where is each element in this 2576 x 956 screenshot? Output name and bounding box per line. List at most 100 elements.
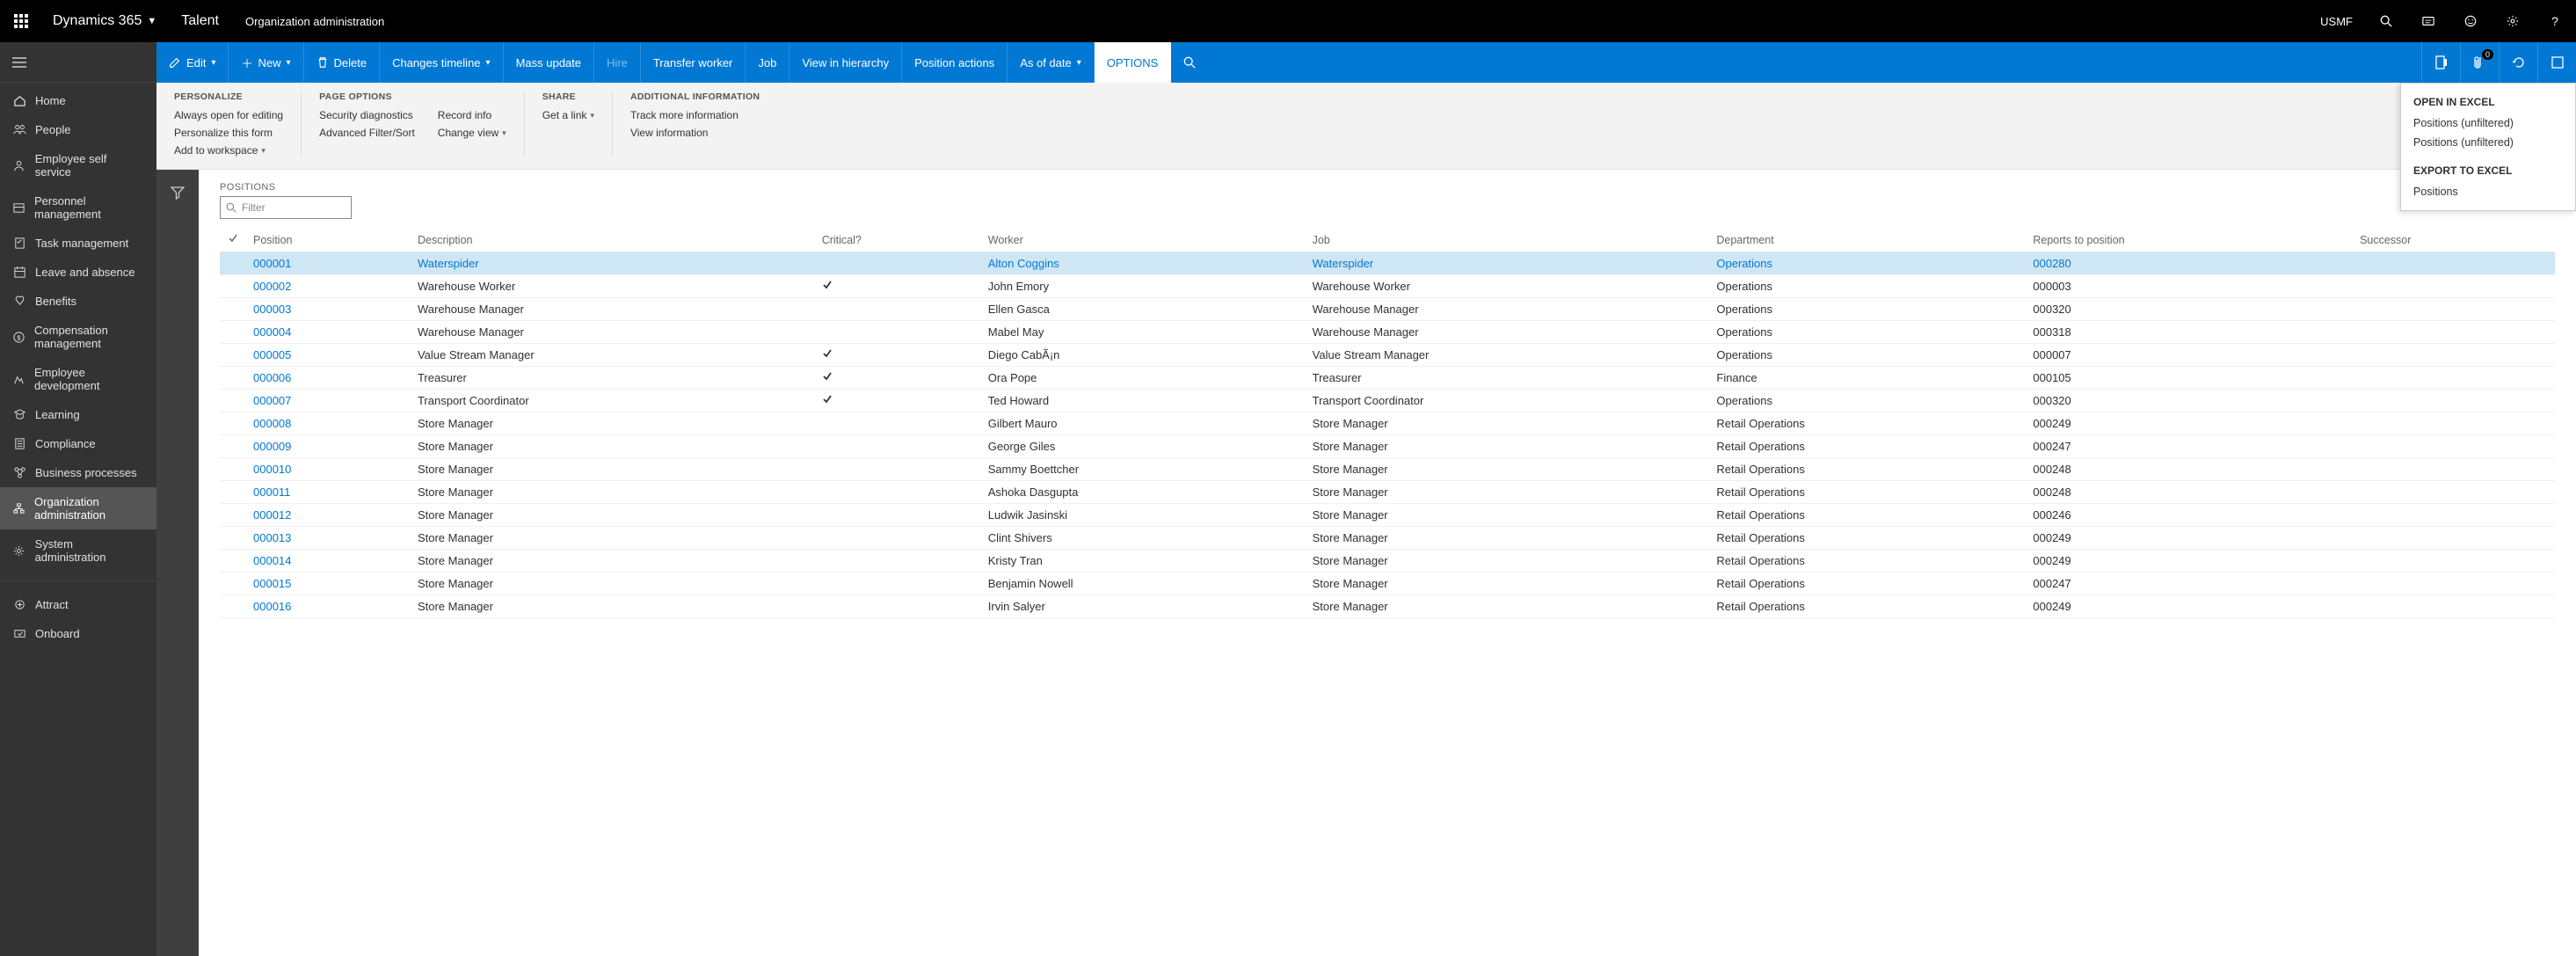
nav-item-compl[interactable]: Compliance [0, 429, 156, 458]
row-select[interactable] [220, 298, 246, 321]
flyout-item-positions-unfiltered[interactable]: Positions (unfiltered) [2401, 113, 2575, 133]
nav-item-bp[interactable]: Business processes [0, 458, 156, 487]
search-icon[interactable] [2365, 0, 2407, 42]
row-select[interactable] [220, 458, 246, 481]
as-of-date-button[interactable]: As of date ▾ [1008, 42, 1095, 83]
app-launcher-icon[interactable] [0, 0, 42, 42]
job-button[interactable]: Job [746, 42, 790, 83]
column-header[interactable]: Successor [2353, 228, 2555, 252]
row-select[interactable] [220, 390, 246, 412]
ribbon-link-always-open[interactable]: Always open for editing [174, 109, 283, 121]
smiley-icon[interactable] [2449, 0, 2492, 42]
new-button[interactable]: ＋ New ▾ [229, 42, 303, 83]
table-row[interactable]: 000001WaterspiderAlton CogginsWaterspide… [220, 252, 2555, 275]
delete-button[interactable]: Delete [304, 42, 381, 83]
nav-item-org[interactable]: Organization administration [0, 487, 156, 529]
nav-item-sys[interactable]: System administration [0, 529, 156, 572]
position-actions-button[interactable]: Position actions [902, 42, 1008, 83]
table-row[interactable]: 000012Store ManagerLudwik JasinskiStore … [220, 504, 2555, 527]
row-select[interactable] [220, 435, 246, 458]
table-row[interactable]: 000002Warehouse WorkerJohn EmoryWarehous… [220, 275, 2555, 298]
row-select[interactable] [220, 344, 246, 367]
app-name[interactable]: Talent [167, 13, 233, 29]
mass-update-button[interactable]: Mass update [504, 42, 594, 83]
company-picker[interactable]: USMF [2308, 15, 2365, 28]
position-link[interactable]: 000001 [253, 257, 291, 270]
column-header[interactable]: Department [1709, 228, 2026, 252]
flyout-item-positions[interactable]: Positions [2401, 182, 2575, 201]
table-row[interactable]: 000014Store ManagerKristy TranStore Mana… [220, 550, 2555, 573]
nav-item-learn[interactable]: Learning [0, 400, 156, 429]
position-link[interactable]: 000005 [253, 348, 291, 361]
row-select[interactable] [220, 527, 246, 550]
row-select[interactable] [220, 275, 246, 298]
nav-item-self[interactable]: Employee self service [0, 144, 156, 186]
table-row[interactable]: 000004Warehouse ManagerMabel MayWarehous… [220, 321, 2555, 344]
filter-funnel-icon[interactable] [164, 179, 192, 207]
table-row[interactable]: 000008Store ManagerGilbert MauroStore Ma… [220, 412, 2555, 435]
nav-item-home[interactable]: Home [0, 86, 156, 115]
position-link[interactable]: 000010 [253, 463, 291, 476]
ribbon-link-change-view[interactable]: Change view▾ [438, 127, 506, 139]
nav-item-benefits[interactable]: Benefits [0, 287, 156, 316]
nav-item-leave[interactable]: Leave and absence [0, 258, 156, 287]
ribbon-link-get-link[interactable]: Get a link▾ [542, 109, 594, 121]
table-row[interactable]: 000009Store ManagerGeorge GilesStore Man… [220, 435, 2555, 458]
ribbon-link-personalize-form[interactable]: Personalize this form [174, 127, 283, 139]
nav-item-people[interactable]: People [0, 115, 156, 144]
grid-filter-input[interactable]: Filter [220, 196, 352, 219]
table-row[interactable]: 000010Store ManagerSammy BoettcherStore … [220, 458, 2555, 481]
position-link[interactable]: 000009 [253, 440, 291, 453]
nav-item-comp[interactable]: $Compensation management [0, 316, 156, 358]
table-row[interactable]: 000013Store ManagerClint ShiversStore Ma… [220, 527, 2555, 550]
position-link[interactable]: 000004 [253, 325, 291, 339]
position-link[interactable]: 000011 [253, 485, 290, 499]
row-select[interactable] [220, 573, 246, 595]
position-link[interactable]: 000012 [253, 508, 291, 522]
ribbon-link-record-info[interactable]: Record info [438, 109, 506, 121]
position-link[interactable]: 000003 [253, 303, 291, 316]
position-link[interactable]: 000016 [253, 600, 291, 613]
position-link[interactable]: 000002 [253, 280, 291, 293]
nav-item-task[interactable]: Task management [0, 229, 156, 258]
position-link[interactable]: 000006 [253, 371, 291, 384]
gear-icon[interactable] [2492, 0, 2534, 42]
brand-dropdown[interactable]: Dynamics 365 ▼ [42, 13, 167, 29]
ribbon-link-security[interactable]: Security diagnostics [319, 109, 415, 121]
messages-icon[interactable] [2407, 0, 2449, 42]
ribbon-link-filter-sort[interactable]: Advanced Filter/Sort [319, 127, 415, 139]
table-row[interactable]: 000011Store ManagerAshoka DasguptaStore … [220, 481, 2555, 504]
changes-timeline-button[interactable]: Changes timeline ▾ [380, 42, 503, 83]
options-tab[interactable]: OPTIONS [1095, 42, 1172, 83]
position-link[interactable]: 000015 [253, 577, 291, 590]
ribbon-link-track-more[interactable]: Track more information [630, 109, 739, 121]
search-action[interactable] [1171, 42, 1208, 83]
popout-icon[interactable] [2537, 42, 2576, 83]
column-header[interactable]: Worker [981, 228, 1306, 252]
row-select[interactable] [220, 321, 246, 344]
table-row[interactable]: 000005Value Stream ManagerDiego CabÃ¡nVa… [220, 344, 2555, 367]
row-select[interactable] [220, 550, 246, 573]
row-select[interactable] [220, 481, 246, 504]
column-header[interactable]: Reports to position [2026, 228, 2353, 252]
row-select[interactable] [220, 252, 246, 275]
transfer-worker-button[interactable]: Transfer worker [641, 42, 746, 83]
position-link[interactable]: 000013 [253, 531, 291, 544]
table-row[interactable]: 000006TreasurerOra PopeTreasurerFinance0… [220, 367, 2555, 390]
flyout-item-positions-unfiltered[interactable]: Positions (unfiltered) [2401, 133, 2575, 152]
nav-collapse-button[interactable] [0, 42, 156, 83]
position-link[interactable]: 000008 [253, 417, 291, 430]
attachments-icon[interactable]: 0 [2460, 42, 2499, 83]
view-hierarchy-button[interactable]: View in hierarchy [790, 42, 902, 83]
help-icon[interactable]: ? [2534, 0, 2576, 42]
column-header[interactable]: Position [246, 228, 411, 252]
ribbon-link-view-info[interactable]: View information [630, 127, 739, 139]
row-select[interactable] [220, 367, 246, 390]
position-link[interactable]: 000014 [253, 554, 291, 567]
column-header[interactable]: Critical? [815, 228, 981, 252]
column-header[interactable]: Description [411, 228, 815, 252]
table-row[interactable]: 000007Transport CoordinatorTed HowardTra… [220, 390, 2555, 412]
edit-button[interactable]: Edit ▾ [156, 42, 229, 83]
row-select[interactable] [220, 412, 246, 435]
row-select[interactable] [220, 504, 246, 527]
